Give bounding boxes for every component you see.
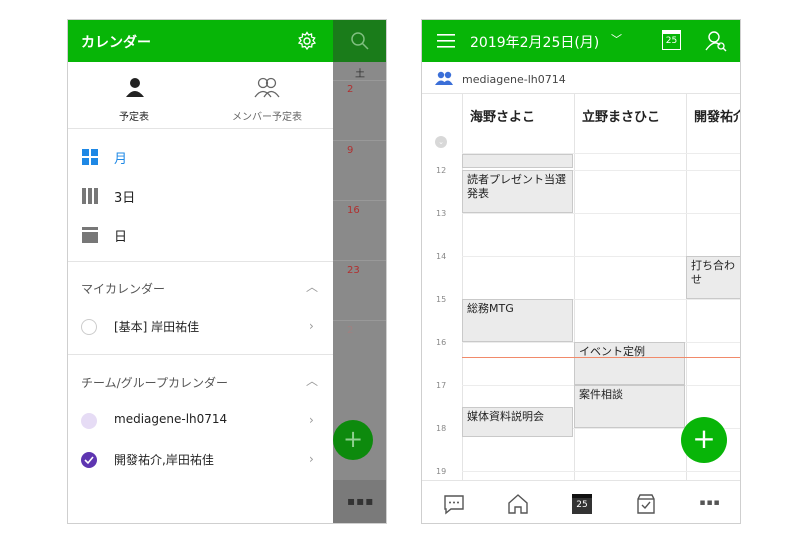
my-calendar-section-title: マイカレンダー bbox=[81, 282, 166, 296]
bg-date: 16 bbox=[347, 205, 360, 216]
bg-date: 9 bbox=[347, 145, 354, 156]
hour-label: 13 bbox=[436, 209, 447, 218]
date-title[interactable]: 2019年2月25日(月) bbox=[470, 32, 599, 52]
right-screen: 2019年2月25日(月) ﹀ 25 mediagene-lh0714 海野さよ… bbox=[421, 19, 741, 524]
current-time-line bbox=[462, 357, 740, 358]
group-name: mediagene-lh0714 bbox=[462, 73, 566, 86]
bottom-nav-dimmed: ▪▪▪ bbox=[333, 480, 386, 523]
chevron-right-icon: › bbox=[309, 413, 314, 427]
member-search-icon[interactable] bbox=[705, 30, 727, 52]
tab-my-schedule[interactable]: 予定表 bbox=[68, 62, 200, 128]
chevron-up-icon[interactable]: ︿ bbox=[306, 372, 318, 389]
chevron-right-icon: › bbox=[309, 452, 314, 466]
three-day-icon bbox=[82, 188, 98, 204]
calendar-checkbox[interactable] bbox=[81, 413, 97, 429]
task-icon[interactable] bbox=[634, 492, 658, 516]
drawer-header: カレンダー bbox=[68, 20, 333, 62]
calendar-event[interactable]: 総務MTG bbox=[462, 299, 573, 342]
menu-icon[interactable] bbox=[437, 34, 455, 48]
today-badge: 25 bbox=[665, 36, 678, 46]
background-header bbox=[333, 20, 386, 62]
chat-icon[interactable] bbox=[442, 492, 466, 516]
view-label: 3日 bbox=[114, 191, 136, 206]
calendar-event[interactable]: イベント定例 bbox=[574, 342, 685, 385]
tab-label: メンバー予定表 bbox=[232, 112, 302, 123]
calendar-item-mediagene[interactable]: mediagene-lh0714 › bbox=[68, 402, 333, 440]
calendar-label: [基本] 岸田祐佳 bbox=[114, 320, 200, 334]
drawer-title: カレンダー bbox=[81, 35, 151, 51]
tab-member-schedule[interactable]: メンバー予定表 bbox=[201, 62, 333, 128]
hour-label: 17 bbox=[436, 381, 447, 390]
hour-label: 16 bbox=[436, 338, 447, 347]
tab-label: 予定表 bbox=[119, 112, 149, 123]
today-calendar-icon[interactable]: 25 bbox=[662, 30, 681, 50]
person-icon bbox=[126, 78, 144, 97]
calendar-checkbox-checked[interactable] bbox=[81, 452, 97, 468]
bg-weekday: 土 bbox=[355, 69, 365, 80]
calendar-nav-icon[interactable]: 25 bbox=[570, 492, 594, 516]
calendar-label: mediagene-lh0714 bbox=[114, 412, 228, 426]
gear-icon[interactable] bbox=[297, 31, 317, 51]
member-name[interactable]: 開發祐介 bbox=[694, 106, 740, 125]
more-icon[interactable]: ▪▪▪ bbox=[698, 492, 722, 516]
chevron-down-icon[interactable]: ﹀ bbox=[611, 31, 622, 47]
hour-label: 15 bbox=[436, 295, 447, 304]
people-icon bbox=[254, 77, 280, 98]
bg-date: 2 bbox=[347, 84, 354, 95]
add-event-button[interactable]: + bbox=[681, 417, 727, 463]
member-name[interactable]: 海野さよこ bbox=[470, 106, 535, 125]
member-name[interactable]: 立野まさひこ bbox=[582, 106, 660, 125]
month-grid-icon bbox=[82, 149, 98, 165]
check-icon bbox=[84, 456, 94, 465]
hour-label: 12 bbox=[436, 166, 447, 175]
view-month[interactable]: 月 bbox=[68, 138, 333, 176]
group-bar[interactable]: mediagene-lh0714 bbox=[422, 62, 740, 94]
calendar-label: 開發祐介,岸田祐佳 bbox=[114, 453, 214, 467]
calendar-checkbox[interactable] bbox=[81, 319, 97, 335]
calendar-item-basic[interactable]: [基本] 岸田祐佳 › bbox=[68, 308, 333, 346]
calendar-event[interactable]: 読者プレゼント当選発表 bbox=[462, 170, 573, 213]
view-label: 日 bbox=[114, 230, 128, 245]
view-day[interactable]: 日 bbox=[68, 216, 333, 254]
hour-label: 18 bbox=[436, 424, 447, 433]
calendar-event[interactable]: 打ち合わせ bbox=[686, 256, 740, 299]
left-screen: 土 2 9 16 23 2 + ▪▪▪ カレンダー 予定表 メンバー予定表 月 … bbox=[67, 19, 387, 524]
view-label: 月 bbox=[114, 152, 128, 167]
view-3day[interactable]: 3日 bbox=[68, 177, 333, 215]
calendar-event[interactable]: 案件相談 bbox=[574, 385, 685, 428]
expand-allday-icon[interactable]: ⌄ bbox=[435, 136, 447, 148]
day-icon bbox=[82, 227, 98, 243]
side-drawer: カレンダー 予定表 メンバー予定表 月 3日 日 マイカレンダー ︿ [基本] … bbox=[68, 20, 333, 523]
team-calendar-section-title: チーム/グループカレンダー bbox=[81, 376, 228, 390]
app-header: 2019年2月25日(月) ﹀ 25 bbox=[422, 20, 740, 62]
hour-label: 19 bbox=[436, 467, 447, 476]
calendar-event[interactable]: 媒体資料説明会 bbox=[462, 406, 573, 437]
hour-label: 14 bbox=[436, 252, 447, 261]
calendar-item-shared[interactable]: 開發祐介,岸田祐佳 › bbox=[68, 441, 333, 479]
group-icon bbox=[435, 71, 453, 85]
bg-date: 2 bbox=[347, 325, 354, 336]
calendar-nav-badge: 25 bbox=[572, 494, 592, 514]
home-icon[interactable] bbox=[506, 492, 530, 516]
bottom-nav: 25 ▪▪▪ bbox=[422, 480, 740, 523]
chevron-right-icon: › bbox=[309, 319, 314, 333]
chevron-up-icon[interactable]: ︿ bbox=[306, 278, 318, 295]
more-icon: ▪▪▪ bbox=[347, 494, 375, 508]
bg-date: 23 bbox=[347, 265, 360, 276]
event-continued[interactable] bbox=[462, 154, 573, 168]
add-fab-dimmed: + bbox=[333, 420, 373, 460]
search-icon[interactable] bbox=[350, 31, 370, 51]
